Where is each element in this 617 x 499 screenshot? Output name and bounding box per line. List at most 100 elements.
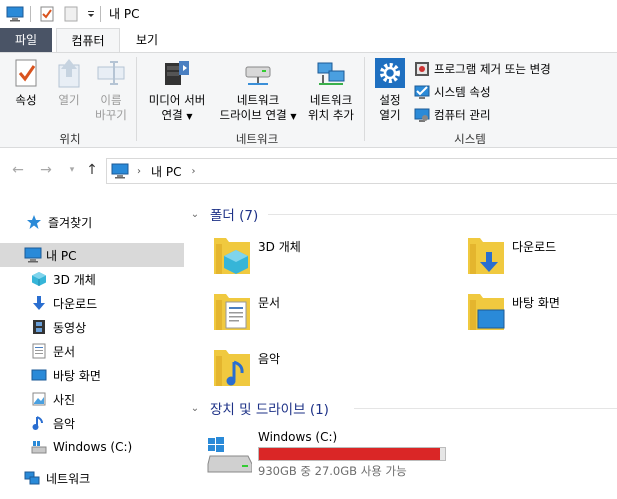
open-label: 열기 xyxy=(58,93,80,107)
drive-name: Windows (C:) xyxy=(258,430,338,444)
rename-label-1: 이름 xyxy=(100,93,122,107)
system-properties-icon xyxy=(414,84,430,100)
drive-windows-c-icon xyxy=(206,434,252,474)
nav-pictures[interactable]: 사진 xyxy=(0,387,184,411)
folder-music-icon xyxy=(212,346,252,390)
title-bar: 내 PC xyxy=(0,0,617,28)
folders-section-header[interactable]: ⌄ 폴더 (7) xyxy=(188,204,617,224)
folder-desktop[interactable]: 바탕 화면 xyxy=(466,290,560,342)
folder-downloads-icon xyxy=(466,234,506,278)
folder-documents-icon xyxy=(212,290,252,334)
new-folder-quick-icon[interactable] xyxy=(62,5,80,23)
folders-header-label: 폴더 (7) xyxy=(210,208,259,224)
computer-icon xyxy=(24,247,42,263)
dropdown-arrow-icon: ▼ xyxy=(186,112,193,121)
folder-label: 3D 개체 xyxy=(258,240,301,254)
map-drive-label-2: 드라이브 연결 xyxy=(219,108,287,122)
nav-quick-access[interactable]: 즐겨찾기 xyxy=(0,210,184,234)
dropdown-arrow-icon: ▼ xyxy=(290,112,297,121)
uninstall-program-button[interactable]: 프로그램 제거 또는 변경 xyxy=(414,59,551,79)
nav-3d-objects[interactable]: 3D 개체 xyxy=(0,267,184,291)
nav-network[interactable]: 네트워크 xyxy=(0,466,184,490)
drive-icon xyxy=(31,439,47,455)
group-label-network: 네트워크 xyxy=(235,132,279,146)
drives-section-header[interactable]: ⌄ 장치 및 드라이브 (1) xyxy=(188,398,617,418)
computer-management-label: 컴퓨터 관리 xyxy=(434,108,491,122)
ribbon: 속성 열기 이름 바꾸기 위치 미디어 서버 연결 ▼ 네트워크 드라이브 연결… xyxy=(0,52,617,148)
folder-label: 문서 xyxy=(258,296,281,310)
folder-documents[interactable]: 문서 xyxy=(212,290,280,342)
folder-music[interactable]: 음악 xyxy=(212,346,280,398)
tab-file[interactable]: 파일 xyxy=(0,28,52,52)
film-icon xyxy=(31,319,47,335)
network-location-icon xyxy=(315,57,347,89)
nav-item-label: 바탕 화면 xyxy=(53,368,101,383)
folder-label: 바탕 화면 xyxy=(512,296,560,310)
media-server-icon xyxy=(161,57,193,89)
breadcrumb-this-pc[interactable]: 내 PC xyxy=(151,163,181,180)
nav-item-label: 3D 개체 xyxy=(53,272,96,287)
computer-icon xyxy=(111,163,129,179)
tab-computer[interactable]: 컴퓨터 xyxy=(56,28,120,52)
rename-button[interactable]: 이름 바꾸기 xyxy=(90,57,132,123)
nav-item-label: 사진 xyxy=(53,392,76,407)
drive-windows-c[interactable]: Windows (C:) 930GB 중 27.0GB 사용 가능 xyxy=(206,430,466,478)
content-pane: ⌄ 폴더 (7) 3D 개체 다운로드 문서 바탕 화면 음악 ⌄ 장치 및 드 xyxy=(188,196,617,499)
add-location-label-2: 위치 추가 xyxy=(308,108,354,122)
music-note-icon xyxy=(31,415,47,431)
recent-locations-icon[interactable]: ▾ xyxy=(62,160,82,180)
drives-header-label: 장치 및 드라이브 (1) xyxy=(210,402,329,418)
folder-label: 다운로드 xyxy=(512,240,557,254)
window-title: 내 PC xyxy=(109,7,140,21)
computer-icon xyxy=(6,5,24,23)
media-server-label-1: 미디어 서버 xyxy=(148,93,206,107)
system-properties-button[interactable]: 시스템 속성 xyxy=(414,82,491,102)
properties-icon xyxy=(10,57,42,89)
tab-view[interactable]: 보기 xyxy=(124,28,170,52)
chevron-down-icon: ⌄ xyxy=(190,402,200,414)
add-network-location-button[interactable]: 네트워크 위치 추가 xyxy=(304,57,358,123)
properties-label: 속성 xyxy=(15,93,37,107)
desktop-icon xyxy=(31,367,47,383)
navigation-bar: ← → ▾ ↑ › 내 PC › xyxy=(0,156,617,184)
rename-icon xyxy=(95,57,127,89)
nav-music[interactable]: 음악 xyxy=(0,411,184,435)
system-properties-label: 시스템 속성 xyxy=(434,85,491,99)
drive-usage-fill xyxy=(259,448,440,460)
navigation-pane: 즐겨찾기 내 PC 3D 개체 다운로드 동영상 문서 바탕 화면 사진 음악 … xyxy=(0,196,184,499)
breadcrumb-separator-icon[interactable]: › xyxy=(191,166,195,177)
map-drive-label-1: 네트워크 xyxy=(236,93,280,107)
nav-this-pc-label: 내 PC xyxy=(46,248,77,263)
nav-item-label: 문서 xyxy=(53,344,76,359)
properties-button[interactable]: 속성 xyxy=(6,57,46,108)
document-icon xyxy=(31,343,47,359)
folder-downloads[interactable]: 다운로드 xyxy=(466,234,556,286)
drive-space-text: 930GB 중 27.0GB 사용 가능 xyxy=(258,464,407,478)
address-bar[interactable]: › 내 PC › xyxy=(106,158,617,184)
computer-management-icon xyxy=(414,107,430,123)
computer-management-button[interactable]: 컴퓨터 관리 xyxy=(414,105,491,125)
nav-item-label: 음악 xyxy=(53,416,76,431)
back-arrow-icon[interactable]: ← xyxy=(8,160,28,180)
map-network-drive-button[interactable]: 네트워크 드라이브 연결 ▼ xyxy=(212,57,304,124)
open-settings-button[interactable]: 설정 열기 xyxy=(370,57,410,123)
nav-this-pc[interactable]: 내 PC xyxy=(0,243,184,267)
open-button[interactable]: 열기 xyxy=(52,57,86,108)
network-drive-icon xyxy=(242,57,274,89)
folder-desktop-icon xyxy=(466,290,506,334)
nav-windows-drive[interactable]: Windows (C:) xyxy=(0,435,184,459)
nav-downloads[interactable]: 다운로드 xyxy=(0,291,184,315)
add-location-label-1: 네트워크 xyxy=(309,93,353,107)
nav-documents[interactable]: 문서 xyxy=(0,339,184,363)
forward-arrow-icon[interactable]: → xyxy=(36,160,56,180)
media-server-button[interactable]: 미디어 서버 연결 ▼ xyxy=(142,57,212,124)
customize-quick-access-icon[interactable] xyxy=(82,5,100,23)
nav-videos[interactable]: 동영상 xyxy=(0,315,184,339)
uninstall-icon xyxy=(414,61,430,77)
drive-usage-bar xyxy=(258,447,446,461)
folder-3d-objects[interactable]: 3D 개체 xyxy=(212,234,301,286)
properties-quick-icon[interactable] xyxy=(38,5,56,23)
up-arrow-icon[interactable]: ↑ xyxy=(82,160,102,180)
nav-desktop[interactable]: 바탕 화면 xyxy=(0,363,184,387)
settings-label-2: 열기 xyxy=(379,108,401,122)
